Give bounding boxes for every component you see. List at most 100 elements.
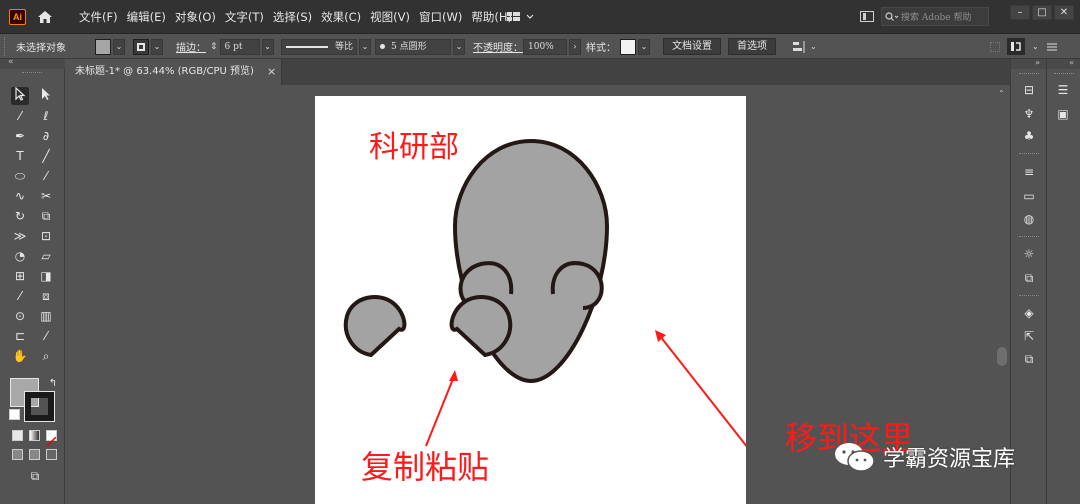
draw-normal-icon[interactable] — [12, 449, 23, 460]
mesh-tool-icon[interactable]: ⊞ — [11, 267, 29, 285]
tools-grip[interactable] — [22, 72, 42, 74]
draw-inside-icon[interactable] — [46, 449, 57, 460]
line-tool-icon[interactable]: ╱ — [37, 147, 55, 165]
shape-builder-tool-icon[interactable]: ◔ — [11, 247, 29, 265]
properties-icon[interactable] — [1007, 38, 1025, 55]
fill-dropdown[interactable]: ⌄ — [113, 38, 125, 55]
scale-tool-icon[interactable]: ⧉ — [37, 207, 55, 225]
tab-close-icon[interactable]: × — [267, 59, 276, 85]
eyedropper-tool-icon[interactable]: ⁄ — [11, 287, 29, 305]
opacity-slider-button[interactable]: › — [569, 38, 581, 55]
properties-grip[interactable] — [1054, 73, 1074, 74]
selection-tool-icon[interactable] — [11, 86, 29, 105]
preferences-button[interactable]: 首选项 — [728, 38, 776, 55]
stroke-panel-icon[interactable]: ≡ — [1021, 164, 1037, 180]
type-tool-icon[interactable]: T — [11, 147, 29, 165]
style-dropdown[interactable]: ⌄ — [638, 38, 650, 55]
tools-panel-header[interactable]: « — [0, 57, 65, 69]
color-mode-icon[interactable] — [12, 430, 23, 441]
scroll-thumb[interactable] — [997, 347, 1007, 366]
scroll-up-icon[interactable]: ⌃ — [998, 89, 1005, 98]
align-dropdown-icon[interactable]: ⌄ — [810, 42, 817, 51]
symbols-panel-icon[interactable]: ♣ — [1021, 128, 1037, 144]
brush-dropdown[interactable]: ⌄ — [453, 38, 465, 55]
scissors-tool-icon[interactable]: ✂ — [37, 187, 55, 205]
transform-panel-icon[interactable]: ⊟ — [1021, 82, 1037, 98]
menu-window[interactable]: 窗口(W) — [419, 10, 471, 24]
menu-edit[interactable]: 编辑(E) — [127, 10, 175, 24]
swap-fill-stroke-icon[interactable]: ↰ — [44, 375, 62, 393]
pen-tool-icon[interactable]: ✒ — [11, 127, 29, 145]
graphic-style-swatch[interactable] — [620, 38, 636, 55]
properties-dropdown-icon[interactable]: ⌄ — [1032, 42, 1039, 51]
width-tool-icon[interactable]: ≫ — [11, 227, 29, 245]
rotate-tool-icon[interactable]: ↻ — [11, 207, 29, 225]
graphic-styles-panel-icon[interactable]: ⧉ — [1021, 270, 1037, 286]
screen-mode-icon[interactable]: ⧉ — [26, 467, 44, 485]
brushes-panel-icon[interactable]: ♆ — [1021, 106, 1037, 122]
menu-type[interactable]: 文字(T) — [225, 10, 273, 24]
stroke-weight-dropdown[interactable]: ⌄ — [261, 38, 274, 55]
shaper-tool-icon[interactable]: ∿ — [11, 187, 29, 205]
brush-field[interactable]: 5 点圆形 — [375, 38, 451, 55]
opacity-field[interactable]: 100% — [523, 38, 567, 55]
curvature-tool-icon[interactable]: ∂ — [37, 127, 55, 145]
document-setup-button[interactable]: 文档设置 — [663, 38, 721, 55]
stroke-color-box[interactable] — [24, 391, 55, 422]
hand-tool-icon[interactable]: ✋ — [11, 347, 29, 365]
zoom-tool-icon[interactable]: ⌕ — [37, 347, 55, 365]
home-icon[interactable] — [37, 10, 53, 24]
default-colors-icon[interactable] — [9, 409, 20, 420]
menu-file[interactable]: 文件(F) — [79, 10, 127, 24]
document-tab[interactable]: 未标题-1* @ 63.44% (RGB/CPU 预览) — [65, 59, 282, 85]
transparency-panel-icon[interactable]: ◍ — [1021, 211, 1037, 227]
artboard[interactable]: 科研部 复制粘贴 — [315, 96, 771, 504]
magic-wand-tool-icon[interactable]: ⁄ — [11, 107, 29, 125]
artboards-panel-icon[interactable]: ⧉ — [1021, 351, 1037, 367]
maximize-button[interactable]: □ — [1032, 5, 1052, 20]
column-graph-tool-icon[interactable]: ▥ — [37, 307, 55, 325]
arrange-documents-icon[interactable] — [506, 10, 536, 24]
ellipse-tool-icon[interactable]: ⬭ — [11, 167, 29, 185]
profile-dropdown[interactable]: ⌄ — [359, 38, 371, 55]
menu-select[interactable]: 选择(S) — [273, 10, 321, 24]
artboard-tool-icon[interactable]: ⊏ — [11, 327, 29, 345]
profile-field[interactable]: 等比 — [281, 38, 357, 55]
minimize-button[interactable]: – — [1010, 5, 1030, 20]
blend-tool-icon[interactable]: ⧈ — [37, 287, 55, 305]
layers-panel-icon[interactable]: ◈ — [1021, 305, 1037, 321]
stroke-dropdown[interactable]: ⌄ — [151, 38, 163, 55]
appearance-panel-icon[interactable]: ☼ — [1021, 246, 1037, 262]
perspective-grid-tool-icon[interactable]: ▱ — [37, 247, 55, 265]
libraries-panel-icon[interactable]: ▣ — [1055, 106, 1071, 122]
opacity-label[interactable]: 不透明度： — [473, 39, 523, 54]
gradient-panel-icon[interactable]: ▭ — [1021, 188, 1037, 204]
free-transform-tool-icon[interactable]: ⊡ — [37, 227, 55, 245]
menu-object[interactable]: 对象(O) — [175, 10, 225, 24]
draw-behind-icon[interactable] — [29, 449, 40, 460]
lasso-tool-icon[interactable]: ℓ — [37, 107, 55, 125]
collapse-icon[interactable]: « — [8, 57, 14, 67]
menu-lines-icon[interactable] — [1046, 42, 1058, 52]
asset-export-panel-icon[interactable]: ⇱ — [1021, 328, 1037, 344]
symbol-sprayer-tool-icon[interactable]: ⊙ — [11, 307, 29, 325]
stroke-weight-stepper[interactable]: ⇕ — [210, 42, 218, 52]
gradient-tool-icon[interactable]: ◨ — [37, 267, 55, 285]
fill-swatch[interactable] — [95, 38, 111, 55]
dock-header[interactable]: » — [1011, 59, 1046, 69]
control-bar-grip[interactable] — [4, 37, 7, 56]
menu-effect[interactable]: 效果(C) — [321, 10, 370, 24]
help-search-input[interactable]: 搜索 Adobe 帮助 — [881, 7, 989, 26]
align-icon[interactable] — [792, 40, 806, 54]
properties-sliders-icon[interactable]: ☰ — [1055, 82, 1071, 98]
gradient-mode-icon[interactable] — [29, 430, 40, 441]
stroke-weight-field[interactable]: 6 pt — [219, 38, 260, 55]
paintbrush-tool-icon[interactable]: ⁄ — [37, 167, 55, 185]
dock-grip[interactable] — [1019, 73, 1039, 74]
none-mode-icon[interactable] — [46, 430, 57, 447]
panel-toggle-icon[interactable] — [860, 11, 874, 22]
menu-view[interactable]: 视图(V) — [370, 10, 419, 24]
close-button[interactable]: ✕ — [1054, 5, 1074, 20]
properties-dock-header[interactable]: « — [1047, 59, 1080, 69]
slice-tool-icon[interactable]: ⁄ — [37, 327, 55, 345]
